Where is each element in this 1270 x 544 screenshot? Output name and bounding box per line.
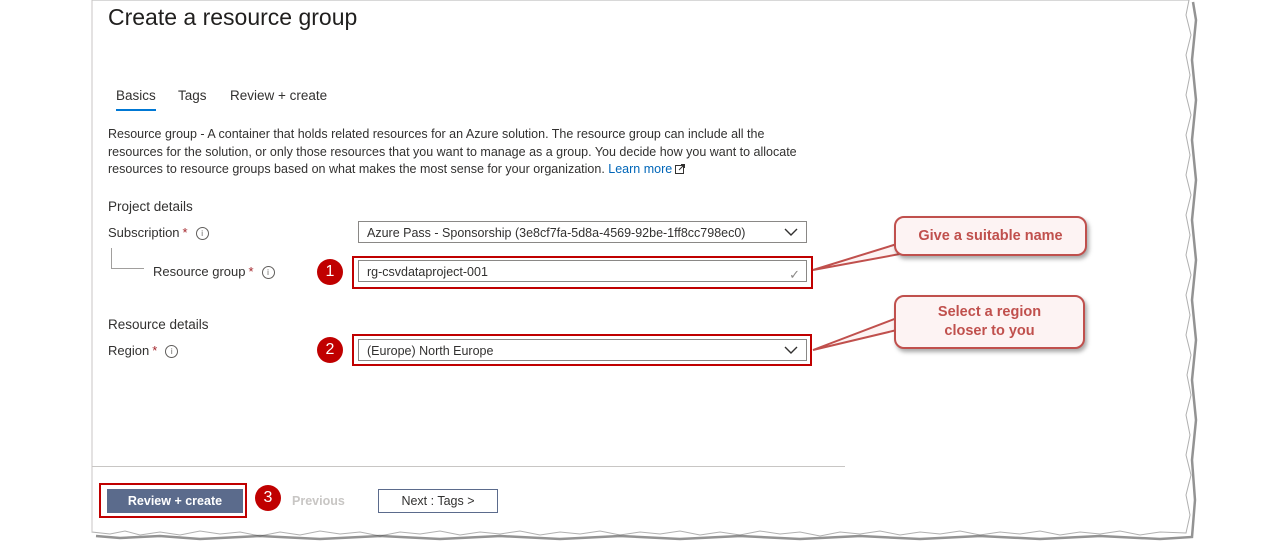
callout-region-line1: Select a region xyxy=(937,304,1042,320)
callout-pointer-name xyxy=(812,242,902,271)
callout-select-region: Select a region closer to you xyxy=(894,295,1085,349)
callout-region-line2: closer to you xyxy=(944,323,1035,339)
callout-suitable-name-text: Give a suitable name xyxy=(918,228,1063,244)
callout-suitable-name: Give a suitable name xyxy=(894,216,1087,256)
callout-pointer-region xyxy=(812,316,898,351)
callout-pointers xyxy=(812,242,902,351)
